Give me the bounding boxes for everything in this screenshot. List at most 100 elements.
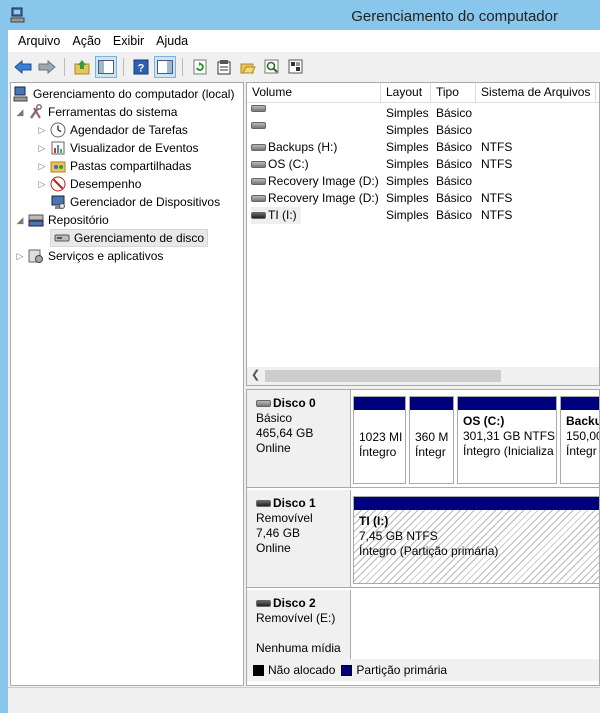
tree-label-services: Serviços e aplicativos	[48, 249, 164, 263]
layout-cell: Simples	[386, 174, 429, 188]
fs-cell: NTFS	[481, 157, 513, 171]
chevron-right-icon[interactable]: ▷	[37, 161, 47, 172]
type-cell: Básico	[436, 208, 473, 222]
disk-1-label[interactable]: Disco 1 Removível 7,46 GB Online	[247, 490, 351, 587]
disk-name: Disco 2	[273, 596, 316, 610]
legend: Não alocado Partição primária	[247, 659, 599, 681]
disk-type: Removível (E:)	[256, 611, 336, 625]
disk-map: Disco 0 Básico 465,64 GB Online 1023 MI …	[246, 389, 600, 686]
legend-label-primary: Partição primária	[356, 663, 448, 677]
tree-label-performance: Desempenho	[70, 177, 142, 191]
tree-label-shared-folders: Pastas compartilhadas	[70, 159, 192, 173]
back-arrow-icon[interactable]	[12, 56, 34, 78]
partition-status: Íntegr	[415, 445, 446, 459]
tree-label-device-manager: Gerenciador de Dispositivos	[70, 195, 221, 209]
partition-status: Íntegr	[566, 444, 597, 458]
disk-0-label[interactable]: Disco 0 Básico 465,64 GB Online	[247, 390, 351, 487]
partition-disk0-backups[interactable]: Backu 150,00 Íntegr	[560, 396, 599, 484]
event-viewer-icon	[51, 141, 65, 155]
table-row[interactable]: OS (C:) Simples Básico NTFS	[247, 156, 599, 173]
table-row[interactable]: TI (I:) Simples Básico NTFS	[247, 207, 599, 224]
layout-cell: Simples	[386, 157, 429, 171]
partition-size: 1023 MI	[359, 430, 403, 444]
disk-2-label[interactable]: Disco 2 Removível (E:) Nenhuma mídia	[247, 590, 351, 662]
partition-bar	[354, 397, 405, 410]
settings-icon[interactable]	[285, 56, 307, 78]
help-icon[interactable]: ?	[130, 56, 152, 78]
layout-cell: Simples	[386, 106, 429, 120]
volume-cell: Backups (H:)	[251, 139, 337, 156]
tree-item-shared-folders[interactable]: ▷ Pastas compartilhadas	[37, 157, 192, 175]
tree-label-system-tools: Ferramentas do sistema	[48, 105, 178, 119]
column-header-type[interactable]: Tipo	[431, 83, 476, 103]
column-header-filesystem[interactable]: Sistema de Arquivos	[476, 83, 596, 103]
volume-cell	[251, 122, 268, 129]
menu-exibir[interactable]: Exibir	[107, 34, 150, 48]
type-cell: Básico	[436, 106, 473, 120]
table-row[interactable]: Simples Básico	[247, 122, 599, 139]
tree-item-storage[interactable]: ◢ Repositório	[15, 211, 109, 229]
column-header-layout[interactable]: Layout	[381, 83, 431, 103]
chevron-down-icon[interactable]: ◢	[15, 107, 25, 118]
partition-body: 1023 MI Íntegro	[354, 410, 405, 460]
chevron-right-icon[interactable]: ▷	[15, 251, 25, 262]
partition-disk1-ti[interactable]: TI (I:) 7,45 GB NTFS Íntegro (Partição p…	[353, 496, 599, 584]
tools-icon	[29, 104, 42, 119]
volume-list: Volume Layout Tipo Sistema de Arquivos S…	[246, 82, 600, 386]
app-window: Arquivo Ação Exibir Ajuda ? Gerenciament…	[8, 30, 600, 713]
chevron-left-icon[interactable]: ❮	[251, 368, 260, 381]
table-row[interactable]: Recovery Image (D:) Simples Básico	[247, 173, 599, 190]
forward-arrow-icon[interactable]	[36, 56, 58, 78]
drive-icon	[251, 122, 266, 129]
type-cell: Básico	[436, 123, 473, 137]
tree-item-disk-management[interactable]: Gerenciamento de disco	[50, 229, 209, 247]
chevron-right-icon[interactable]: ▷	[37, 125, 47, 136]
chevron-down-icon[interactable]: ◢	[15, 215, 25, 226]
tree-item-event-viewer[interactable]: ▷ Visualizador de Eventos	[37, 139, 199, 157]
toolbar-separator	[182, 58, 183, 76]
services-icon	[28, 249, 43, 263]
chevron-right-icon[interactable]: ▷	[37, 179, 47, 190]
table-row[interactable]: Backups (H:) Simples Básico NTFS	[247, 139, 599, 156]
refresh-icon[interactable]	[189, 56, 211, 78]
volume-cell: Recovery Image (D:)	[251, 190, 379, 207]
menu-ajuda[interactable]: Ajuda	[150, 34, 194, 48]
chevron-right-icon[interactable]: ▷	[37, 143, 47, 154]
tree-item-task-scheduler[interactable]: ▷ Agendador de Tarefas	[37, 121, 188, 139]
layout-cell: Simples	[386, 191, 429, 205]
type-cell: Básico	[436, 174, 473, 188]
volume-name: OS (C:)	[268, 157, 309, 171]
tree-label-event-viewer: Visualizador de Eventos	[70, 141, 199, 155]
column-header-volume[interactable]: Volume	[247, 83, 381, 103]
tree-item-root[interactable]: Gerenciamento do computador (local)	[13, 85, 234, 103]
disk-name: Disco 0	[273, 396, 316, 410]
properties-pane-icon[interactable]	[154, 56, 176, 78]
toolbar-separator	[64, 58, 65, 76]
up-folder-icon[interactable]	[71, 56, 93, 78]
properties-icon[interactable]	[213, 56, 235, 78]
tree-item-services[interactable]: ▷ Serviços e aplicativos	[15, 247, 163, 265]
partition-size: 301,31 GB NTFS	[463, 429, 556, 443]
partition-disk0-os[interactable]: OS (C:) 301,31 GB NTFS Íntegro (Iniciali…	[457, 396, 557, 484]
menu-acao[interactable]: Ação	[66, 34, 107, 48]
open-icon[interactable]	[237, 56, 259, 78]
partition-disk0-2[interactable]: 360 M Íntegr	[409, 396, 454, 484]
menu-arquivo[interactable]: Arquivo	[12, 34, 66, 48]
search-icon[interactable]	[261, 56, 283, 78]
table-row[interactable]: Recovery Image (D:) Simples Básico NTFS	[247, 190, 599, 207]
partition-body: Backu 150,00 Íntegr	[561, 410, 599, 459]
volume-name: TI (I:)	[268, 208, 297, 222]
horizontal-scrollbar[interactable]: ❮	[247, 367, 599, 385]
fs-cell: NTFS	[481, 191, 513, 205]
scrollbar-thumb[interactable]	[265, 370, 501, 382]
partition-body: 360 M Íntegr	[410, 410, 453, 460]
volume-cell: Recovery Image (D:)	[251, 173, 379, 190]
disk-status: Nenhuma mídia	[256, 641, 341, 655]
tree-item-device-manager[interactable]: Gerenciador de Dispositivos	[50, 193, 220, 211]
tree-item-system-tools[interactable]: ◢ Ferramentas do sistema	[15, 103, 177, 121]
partition-disk0-1[interactable]: 1023 MI Íntegro	[353, 396, 406, 484]
fs-cell: NTFS	[481, 208, 513, 222]
table-row[interactable]: Simples Básico	[247, 105, 599, 122]
show-hide-tree-icon[interactable]	[95, 56, 117, 78]
tree-item-performance[interactable]: ▷ Desempenho	[37, 175, 141, 193]
